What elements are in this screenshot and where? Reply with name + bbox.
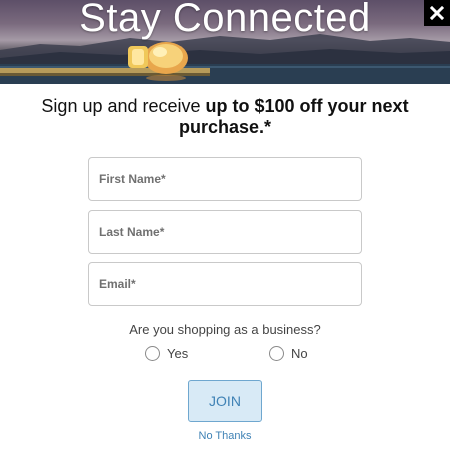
headline-lead: Sign up and receive — [41, 96, 206, 116]
hero-banner: Stay Connected — [0, 0, 450, 84]
radio-label-no: No — [291, 345, 308, 361]
hero-title: Stay Connected — [79, 0, 371, 40]
close-button[interactable] — [424, 0, 450, 26]
first-name-field[interactable] — [88, 157, 362, 201]
join-button[interactable]: JOIN — [188, 380, 262, 422]
business-no-radio[interactable]: No — [269, 344, 308, 362]
no-thanks-link[interactable]: No Thanks — [0, 430, 450, 442]
radio-circle-no[interactable] — [269, 345, 284, 361]
business-yes-radio[interactable]: Yes — [145, 344, 188, 362]
radio-circle-yes[interactable] — [145, 345, 160, 361]
email-field[interactable] — [88, 262, 362, 306]
radio-label-yes: Yes — [167, 345, 189, 361]
business-question: Are you shopping as a business? — [129, 322, 321, 337]
last-name-field[interactable] — [88, 210, 362, 254]
headline-offer: up to $100 off your next purchase.* — [178, 96, 409, 137]
signup-modal: Stay Connected Sign up and receive up to… — [0, 0, 450, 451]
close-icon — [430, 6, 444, 20]
signup-headline: Sign up and receive up to $100 off your … — [20, 96, 430, 138]
